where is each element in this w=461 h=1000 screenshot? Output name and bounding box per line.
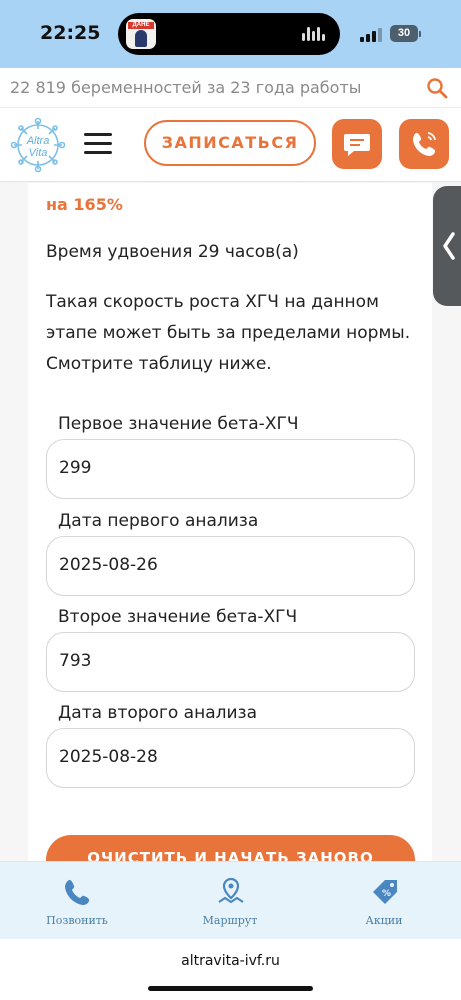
figure-icon: [135, 30, 147, 47]
map-pin-icon: [218, 877, 244, 904]
tagline-bar: 22 819 беременностей за 23 года работы: [0, 68, 461, 108]
phone-icon: [65, 879, 90, 905]
site-header: Altra Vita ЗАПИСАТЬСЯ: [0, 108, 461, 182]
battery-tip: [419, 31, 421, 37]
doubling-time: Время удвоения 29 часов(а): [46, 242, 299, 262]
altra-vita-logo[interactable]: Altra Vita: [10, 117, 66, 173]
second-hcg-input[interactable]: 793: [46, 632, 415, 692]
field-label-second-value: Второе значение бета-ХГЧ: [58, 607, 298, 627]
field-label-second-date: Дата второго анализа: [58, 703, 257, 723]
field-label-first-date: Дата первого анализа: [58, 511, 259, 531]
calculator-content: на 165% Время удвоения 29 часов(а) Такая…: [0, 183, 461, 861]
result-note: Такая скорость роста ХГЧ на данном этапе…: [46, 292, 411, 374]
nav-route-label: Маршрут: [202, 914, 258, 927]
status-time: 22:25: [40, 22, 101, 44]
phone-call-icon: [413, 132, 436, 156]
nav-call[interactable]: Позвонить: [17, 862, 137, 940]
audio-wave-icon: [302, 27, 326, 41]
nav-promotions-label: Акции: [365, 914, 403, 927]
chat-button[interactable]: [332, 119, 382, 169]
discount-tag-icon: %: [373, 880, 397, 904]
second-date-input[interactable]: 2025-08-28: [46, 728, 415, 788]
first-hcg-input[interactable]: 299: [46, 439, 415, 499]
book-appointment-button[interactable]: ЗАПИСАТЬСЯ: [144, 120, 316, 166]
chat-icon: [344, 134, 370, 156]
cellular-signal-icon: [360, 28, 382, 42]
call-button[interactable]: [399, 119, 449, 169]
browser-url-bar: altravita-ivf.ru: [0, 939, 461, 1000]
status-bar: 22:25 ДАНЕ 30: [0, 0, 461, 68]
nav-call-label: Позвонить: [46, 914, 108, 927]
side-panel-tab[interactable]: [433, 186, 461, 306]
svg-text:%: %: [382, 889, 391, 899]
nav-promotions[interactable]: % Акции: [324, 862, 444, 940]
chevron-left-icon: [443, 232, 455, 260]
menu-icon[interactable]: [84, 133, 112, 155]
field-label-first-value: Первое значение бета-ХГЧ: [58, 414, 299, 434]
nav-route[interactable]: Маршрут: [170, 862, 290, 940]
bottom-navigation: Позвонить Маршрут % Акции: [0, 861, 461, 939]
search-icon[interactable]: [426, 77, 448, 99]
dynamic-island[interactable]: ДАНЕ: [118, 13, 340, 55]
reset-button[interactable]: ОЧИСТИТЬ И НАЧАТЬ ЗАНОВО: [46, 835, 415, 861]
first-date-input[interactable]: 2025-08-26: [46, 536, 415, 596]
url-text[interactable]: altravita-ivf.ru: [0, 953, 461, 969]
app-badge: ДАНЕ: [128, 22, 154, 29]
growth-percent: на 165%: [46, 195, 123, 214]
battery-icon: 30: [390, 25, 418, 42]
now-playing-app-icon[interactable]: ДАНЕ: [126, 19, 156, 49]
tagline-text: 22 819 беременностей за 23 года работы: [10, 78, 362, 97]
home-indicator[interactable]: [148, 986, 313, 991]
logo-text: Altra Vita: [26, 135, 50, 159]
